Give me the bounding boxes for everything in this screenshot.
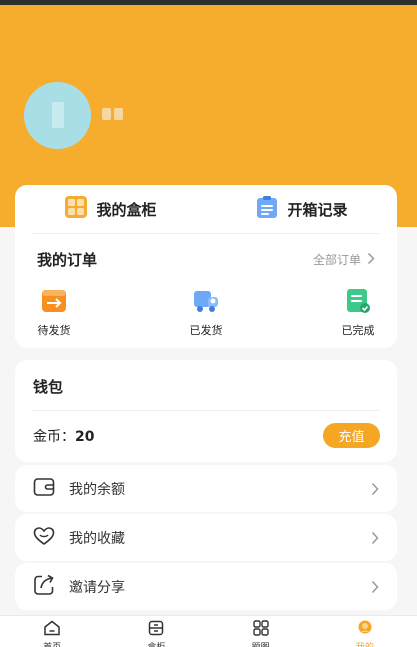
menu-item-favorites-label: 我的收藏 bbox=[69, 530, 125, 547]
heart-icon bbox=[33, 526, 55, 550]
pending-shipment-icon bbox=[41, 288, 67, 317]
bottom-tab-bar: 首页 盒柜 题图 我的 bbox=[0, 615, 417, 647]
menu-item-invite-share-label: 邀请分享 bbox=[69, 579, 125, 596]
status-pending-shipment-label: 待发货 bbox=[37, 324, 71, 337]
wallet-icon bbox=[33, 477, 55, 501]
tab-open-records-label: 开箱记录 bbox=[287, 200, 348, 219]
tab-open-records[interactable]: 开箱记录 bbox=[206, 185, 397, 233]
tabbar-item-mine-label: 我的 bbox=[356, 640, 374, 647]
chevron-right-icon bbox=[367, 252, 375, 268]
tab-my-cabinet-label: 我的盒柜 bbox=[96, 200, 157, 219]
menu-item-favorites[interactable]: 我的收藏 bbox=[15, 514, 397, 561]
username-blurred bbox=[102, 108, 136, 122]
tabbar-item-home-label: 首页 bbox=[43, 640, 61, 647]
status-completed[interactable]: 已完成 bbox=[328, 288, 388, 338]
wallet-title: 钱包 bbox=[33, 378, 64, 396]
user-icon bbox=[357, 620, 373, 639]
tabbar-item-grid-label: 题图 bbox=[252, 640, 270, 647]
avatar[interactable] bbox=[24, 82, 91, 149]
all-orders-link[interactable]: 全部订单 bbox=[313, 251, 375, 268]
divider bbox=[32, 410, 380, 411]
menu-item-invite-share[interactable]: 邀请分享 bbox=[15, 563, 397, 610]
avatar-placeholder bbox=[52, 102, 64, 128]
tabbar-item-home[interactable]: 首页 bbox=[0, 616, 104, 647]
home-icon bbox=[43, 620, 61, 639]
clipboard-icon bbox=[255, 195, 279, 223]
share-icon bbox=[33, 574, 55, 600]
status-shipped-label: 已发货 bbox=[189, 324, 223, 337]
coins-value: 20 bbox=[75, 429, 95, 445]
wallet-card: 钱包 金币：20 充值 bbox=[15, 360, 397, 462]
cabinet-icon bbox=[148, 620, 164, 639]
tabbar-item-cabinet-label: 盒柜 bbox=[147, 640, 165, 647]
all-orders-label: 全部订单 bbox=[312, 253, 361, 267]
tabbar-item-mine[interactable]: 我的 bbox=[313, 616, 417, 647]
menu-item-balance-label: 我的余额 bbox=[69, 481, 125, 498]
orders-title: 我的订单 bbox=[37, 251, 98, 269]
grid-icon bbox=[252, 620, 269, 639]
tabbar-item-grid[interactable]: 题图 bbox=[209, 616, 313, 647]
coins-label: 金币： bbox=[33, 429, 75, 445]
chevron-right-icon bbox=[371, 579, 379, 598]
status-shipped[interactable]: 已发货 bbox=[176, 288, 236, 338]
recharge-button[interactable]: 充值 bbox=[323, 423, 380, 448]
chevron-right-icon bbox=[371, 481, 379, 500]
status-pending-shipment[interactable]: 待发货 bbox=[24, 288, 84, 338]
tab-my-cabinet[interactable]: 我的盒柜 bbox=[15, 185, 206, 233]
tabbar-item-cabinet[interactable]: 盒柜 bbox=[104, 616, 208, 647]
status-completed-label: 已完成 bbox=[341, 324, 375, 337]
box-cabinet-icon bbox=[64, 195, 88, 223]
truck-icon bbox=[193, 288, 219, 317]
coins-balance: 金币：20 bbox=[33, 426, 94, 446]
completed-icon bbox=[345, 288, 371, 317]
chevron-right-icon bbox=[371, 530, 379, 549]
orders-card: 我的盒柜 开箱记录 我的订单 全部订单 待发货 已发货 已完成 bbox=[15, 185, 397, 348]
menu-item-balance[interactable]: 我的余额 bbox=[15, 465, 397, 512]
divider bbox=[32, 233, 380, 234]
